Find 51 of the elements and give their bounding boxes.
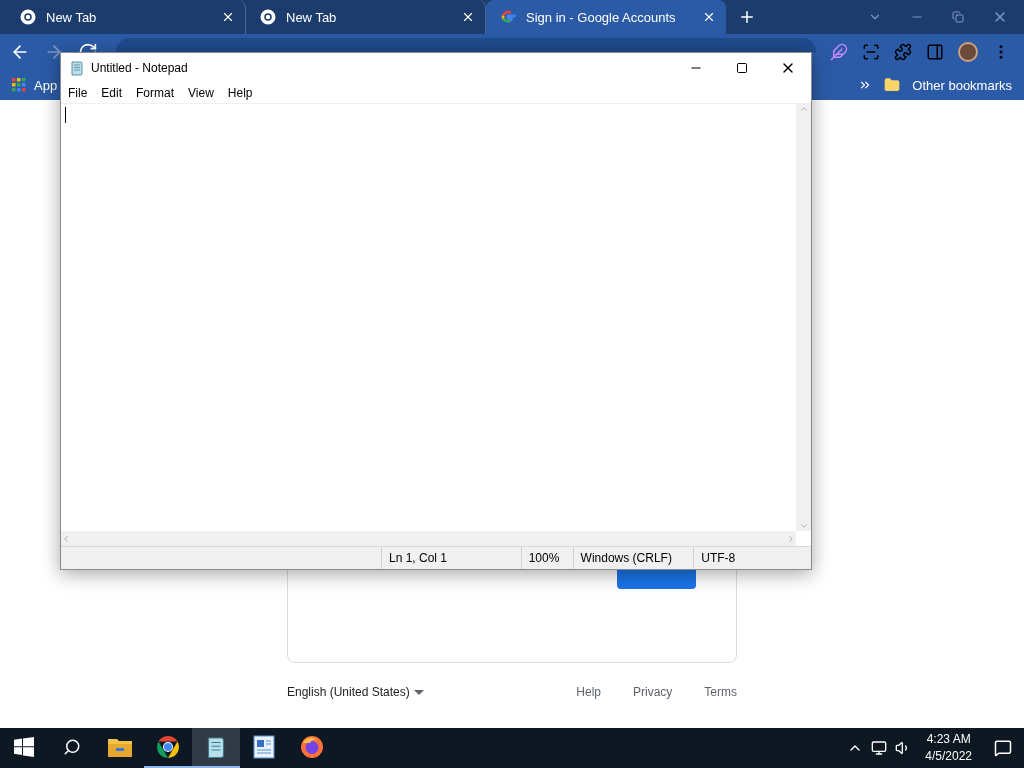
notifications-icon[interactable] [994,739,1012,757]
network-icon[interactable] [871,740,888,756]
google-icon [500,9,516,25]
close-icon[interactable] [461,10,475,24]
profile-avatar[interactable] [958,42,978,62]
notepad-icon [69,60,85,76]
tab-title: New Tab [46,9,98,25]
close-icon[interactable] [702,10,716,24]
dropdown-caret-icon[interactable] [413,689,424,695]
restore-icon[interactable] [952,11,964,23]
new-tab-icon[interactable] [738,8,756,26]
wordpad-icon[interactable] [253,735,275,759]
clock[interactable]: 4:23 AM 4/5/2022 [925,731,972,765]
status-text: Ln 1, Col 1 [381,547,521,569]
close-icon[interactable] [221,10,235,24]
taskbar-button[interactable] [192,728,240,768]
clock-date: 4/5/2022 [925,748,972,765]
language-selector[interactable]: English (United States) [287,685,410,699]
menu-item[interactable]: File [61,86,95,100]
apps-bookmark[interactable]: App [34,77,58,93]
status-text: UTF-8 [693,547,811,569]
text-cursor [65,107,66,123]
status-text: 100% [520,547,573,569]
folder-icon [884,77,901,93]
feather-icon[interactable] [830,43,848,61]
tab-title: New Tab [286,9,338,25]
window-title: Untitled - Notepad [91,61,188,75]
chrome-icon [260,9,276,25]
chrome-icon [20,9,36,25]
search-icon[interactable] [63,738,81,756]
menu-item[interactable]: View [181,86,221,100]
screen-capture-icon[interactable] [862,43,880,61]
chrome-icon[interactable] [156,735,180,759]
footer-link[interactable]: Help [576,685,601,699]
menu-item[interactable]: Help [220,86,260,100]
browser-tab[interactable]: Sign in - Google Accounts [486,0,726,34]
status-text: Windows (CRLF) [572,547,694,569]
maximize-icon[interactable] [736,62,748,74]
footer-link[interactable]: Privacy [633,685,673,699]
firefox-icon[interactable] [300,735,324,759]
folder-icon[interactable] [108,737,132,757]
tab-title: Sign in - Google Accounts [526,9,677,25]
other-bookmarks[interactable]: Other bookmarks [912,77,1012,93]
apps-grid-icon[interactable] [12,78,26,92]
clock-time: 4:23 AM [926,731,971,748]
side-panel-icon[interactable] [926,43,944,61]
windows-start-icon[interactable] [14,737,34,757]
extensions-icon[interactable] [894,43,912,61]
footer-link[interactable]: Terms [704,685,737,699]
menu-item[interactable]: Format [129,86,182,100]
menu-item[interactable]: Edit [94,86,130,100]
